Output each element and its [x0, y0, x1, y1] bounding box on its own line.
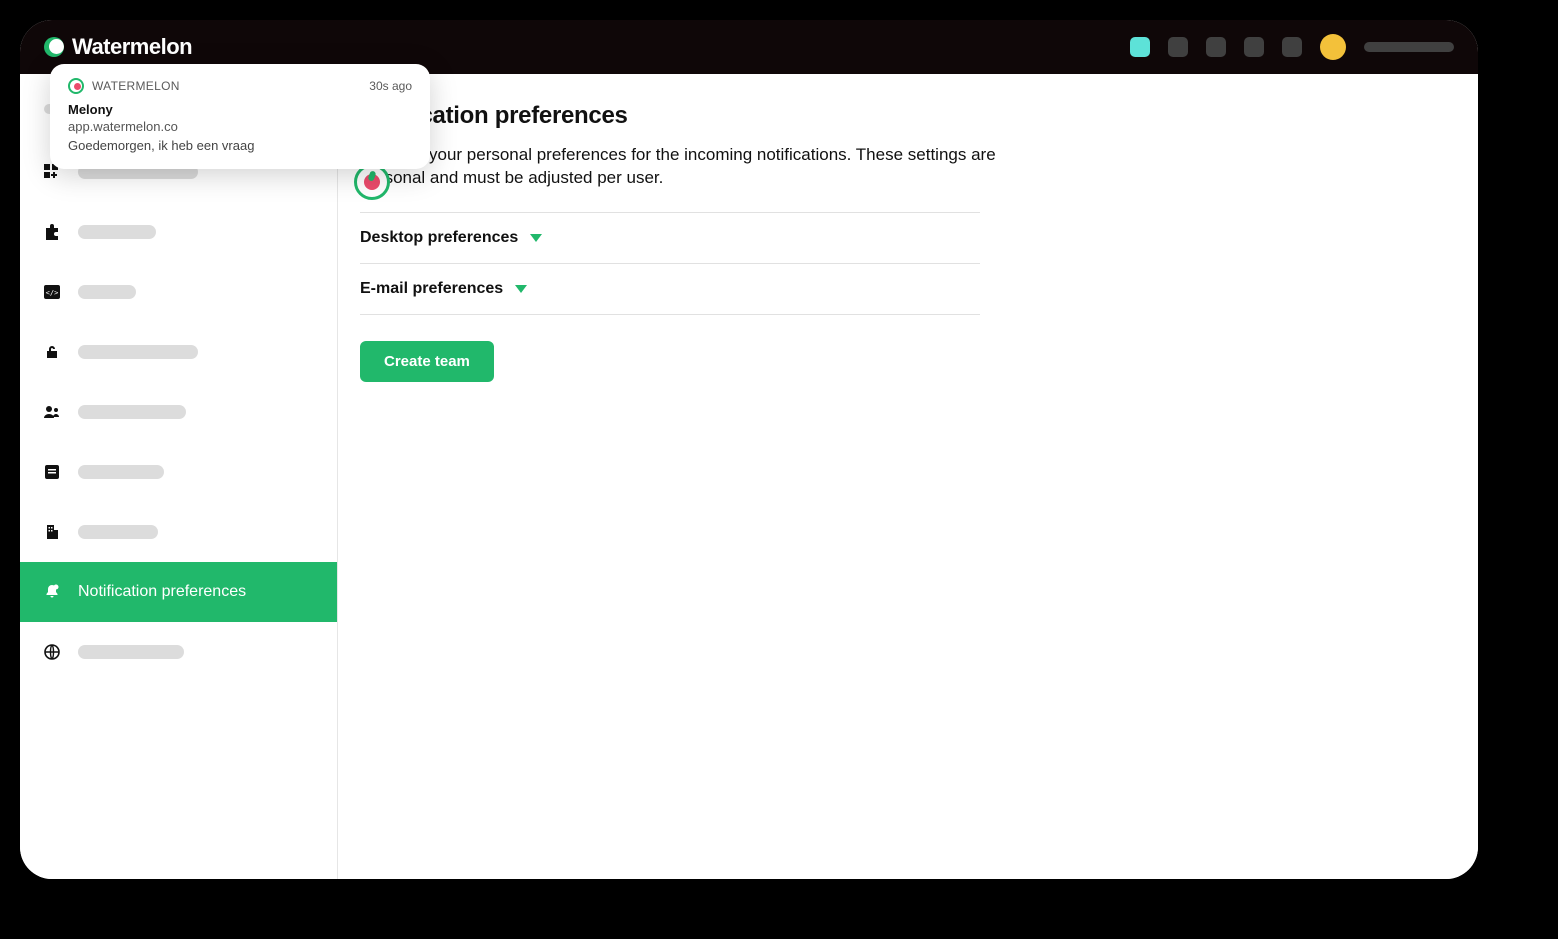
create-team-button[interactable]: Create team	[360, 341, 494, 382]
header-actions	[1130, 34, 1454, 60]
section-desktop-preferences[interactable]: Desktop preferences	[360, 212, 980, 263]
toast-header: WATERMELON 30s ago	[68, 78, 412, 94]
sidebar: </>	[20, 74, 338, 879]
page-title: Notification preferences	[360, 102, 1438, 130]
brand: Watermelon	[44, 34, 192, 60]
watermelon-badge-icon	[354, 164, 390, 200]
watermelon-logo-icon	[44, 37, 64, 57]
sidebar-item[interactable]	[20, 382, 337, 442]
chevron-down-icon	[530, 234, 542, 242]
avatar[interactable]	[1320, 34, 1346, 60]
sidebar-item[interactable]	[20, 202, 337, 262]
bell-icon	[44, 584, 60, 600]
sidebar-item[interactable]	[20, 502, 337, 562]
sidebar-item[interactable]: </>	[20, 262, 337, 322]
toast-message: Goedemorgen, ik heb een vraag	[68, 138, 412, 153]
sidebar-item[interactable]	[20, 622, 337, 682]
sidebar-item-label: Notification preferences	[78, 583, 246, 601]
section-email-preferences[interactable]: E-mail preferences	[360, 263, 980, 315]
html-brackets-icon: </>	[44, 284, 60, 300]
app-body: </>	[20, 74, 1478, 879]
list-box-icon	[44, 464, 60, 480]
username-placeholder	[1364, 42, 1454, 52]
toast-app-name: WATERMELON	[92, 79, 180, 93]
puzzle-icon	[44, 224, 60, 240]
sidebar-item-placeholder	[78, 645, 184, 659]
svg-text:</>: </>	[46, 289, 59, 297]
header-tile[interactable]	[1168, 37, 1188, 57]
header-tile-active[interactable]	[1130, 37, 1150, 57]
header-tile[interactable]	[1282, 37, 1302, 57]
sidebar-item-placeholder	[78, 345, 198, 359]
page-description: Set here your personal preferences for t…	[360, 144, 1050, 190]
users-gear-icon	[44, 404, 60, 420]
sidebar-item[interactable]	[20, 442, 337, 502]
watermelon-app-icon	[68, 78, 84, 94]
sidebar-item-placeholder	[78, 405, 186, 419]
section-label: E-mail preferences	[360, 280, 503, 298]
sidebar-item-placeholder	[78, 285, 136, 299]
section-label: Desktop preferences	[360, 229, 518, 247]
sidebar-item[interactable]	[20, 322, 337, 382]
chevron-down-icon	[515, 285, 527, 293]
header-tile[interactable]	[1244, 37, 1264, 57]
globe-icon	[44, 644, 60, 660]
toast-domain: app.watermelon.co	[68, 119, 412, 134]
sidebar-item-placeholder	[78, 525, 158, 539]
sidebar-item-placeholder	[78, 225, 156, 239]
toast-sender: Melony	[68, 102, 412, 117]
main-content: Notification preferences Set here your p…	[338, 74, 1478, 879]
header-tile[interactable]	[1206, 37, 1226, 57]
brand-text: Watermelon	[72, 34, 192, 60]
building-icon	[44, 524, 60, 540]
app-window: Watermelon	[20, 20, 1478, 879]
toast-timestamp: 30s ago	[369, 79, 412, 93]
lock-open-icon	[44, 344, 60, 360]
notification-toast[interactable]: WATERMELON 30s ago Melony app.watermelon…	[50, 64, 430, 169]
sidebar-item-placeholder	[78, 465, 164, 479]
sidebar-item-notification-preferences[interactable]: Notification preferences	[20, 562, 337, 622]
